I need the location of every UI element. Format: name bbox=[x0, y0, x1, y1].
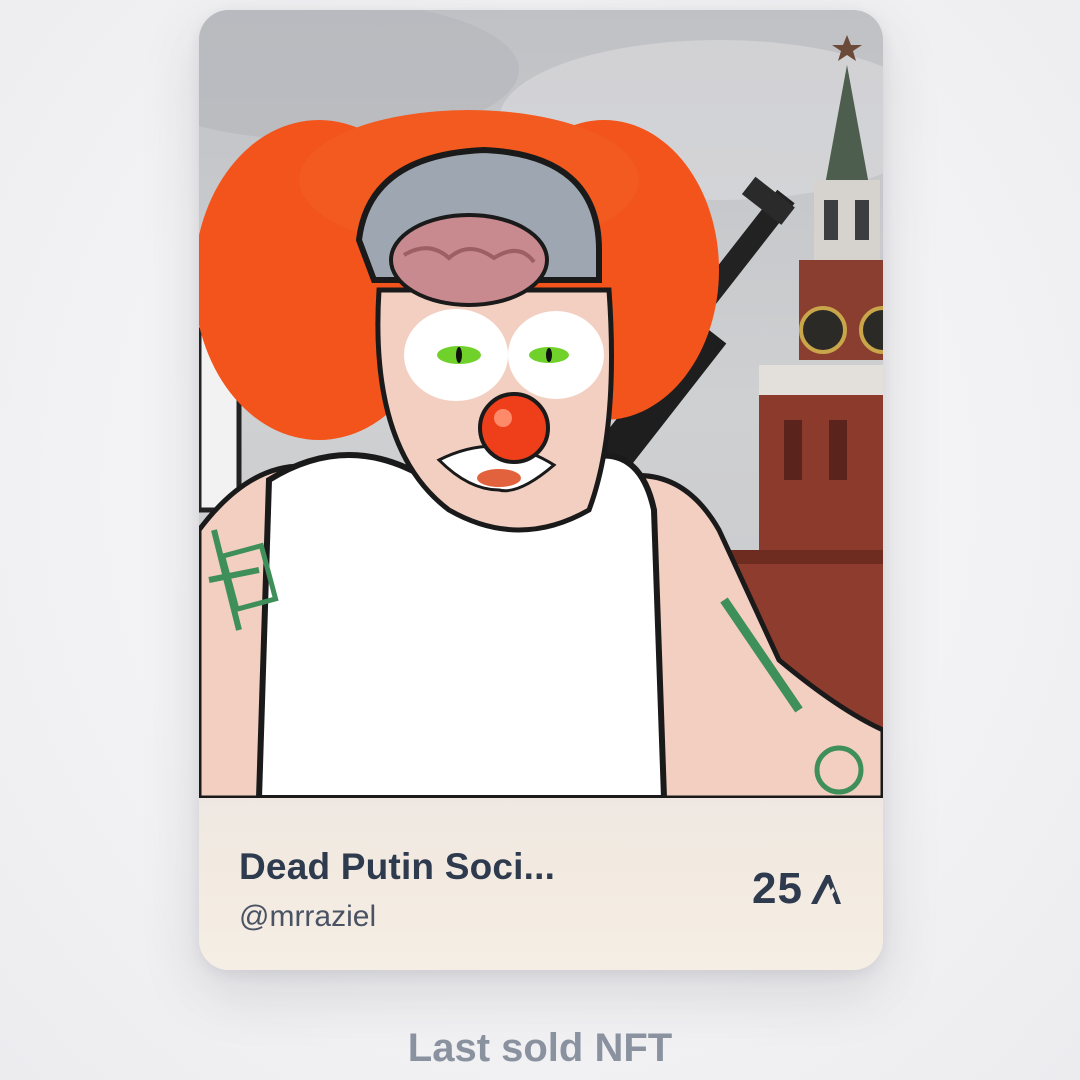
nft-card[interactable]: Dead Putin Soci... @mrraziel 25 bbox=[199, 10, 883, 970]
nft-info-bar: Dead Putin Soci... @mrraziel 25 bbox=[199, 798, 883, 970]
creator-handle[interactable]: @mrraziel bbox=[239, 900, 376, 934]
price: 25 bbox=[752, 864, 843, 914]
nft-artwork[interactable] bbox=[199, 10, 883, 798]
section-caption: Last sold NFT bbox=[407, 1026, 673, 1070]
nft-artwork-illustration bbox=[199, 10, 883, 798]
algorand-icon bbox=[811, 875, 841, 904]
price-value: 25 bbox=[752, 864, 803, 913]
nft-title[interactable]: Dead Putin Soci... bbox=[239, 846, 555, 888]
